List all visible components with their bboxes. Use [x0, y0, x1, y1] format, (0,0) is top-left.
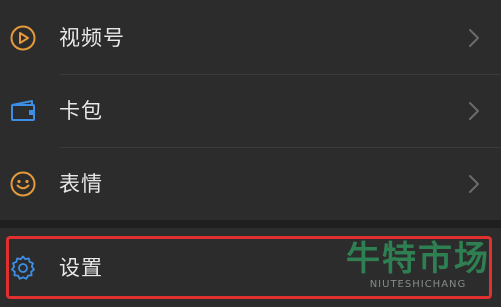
menu-item-label: 卡包 [59, 99, 103, 123]
menu-item-label: 表情 [59, 172, 103, 196]
menu-group-settings: 设置 [0, 228, 501, 307]
menu-item-settings[interactable]: 设置 [0, 232, 501, 304]
menu-group-main: 视频号 卡包 表情 [0, 0, 501, 220]
settings-gear-icon [8, 253, 38, 283]
video-channel-icon [8, 23, 38, 53]
wechat-me-menu-screen: 视频号 卡包 表情 设置 牛特市场 NIUTESHICHANG [0, 0, 501, 307]
emoji-smile-icon [8, 169, 38, 199]
chevron-right-icon [467, 28, 481, 48]
card-wallet-icon [8, 96, 38, 126]
menu-item-label: 设置 [59, 256, 103, 280]
menu-item-card-wallet[interactable]: 卡包 [0, 75, 501, 147]
chevron-right-icon [467, 101, 481, 121]
menu-item-emoji[interactable]: 表情 [0, 148, 501, 220]
chevron-right-icon [467, 174, 481, 194]
menu-item-label: 视频号 [59, 26, 125, 50]
menu-item-video-channel[interactable]: 视频号 [0, 2, 501, 74]
